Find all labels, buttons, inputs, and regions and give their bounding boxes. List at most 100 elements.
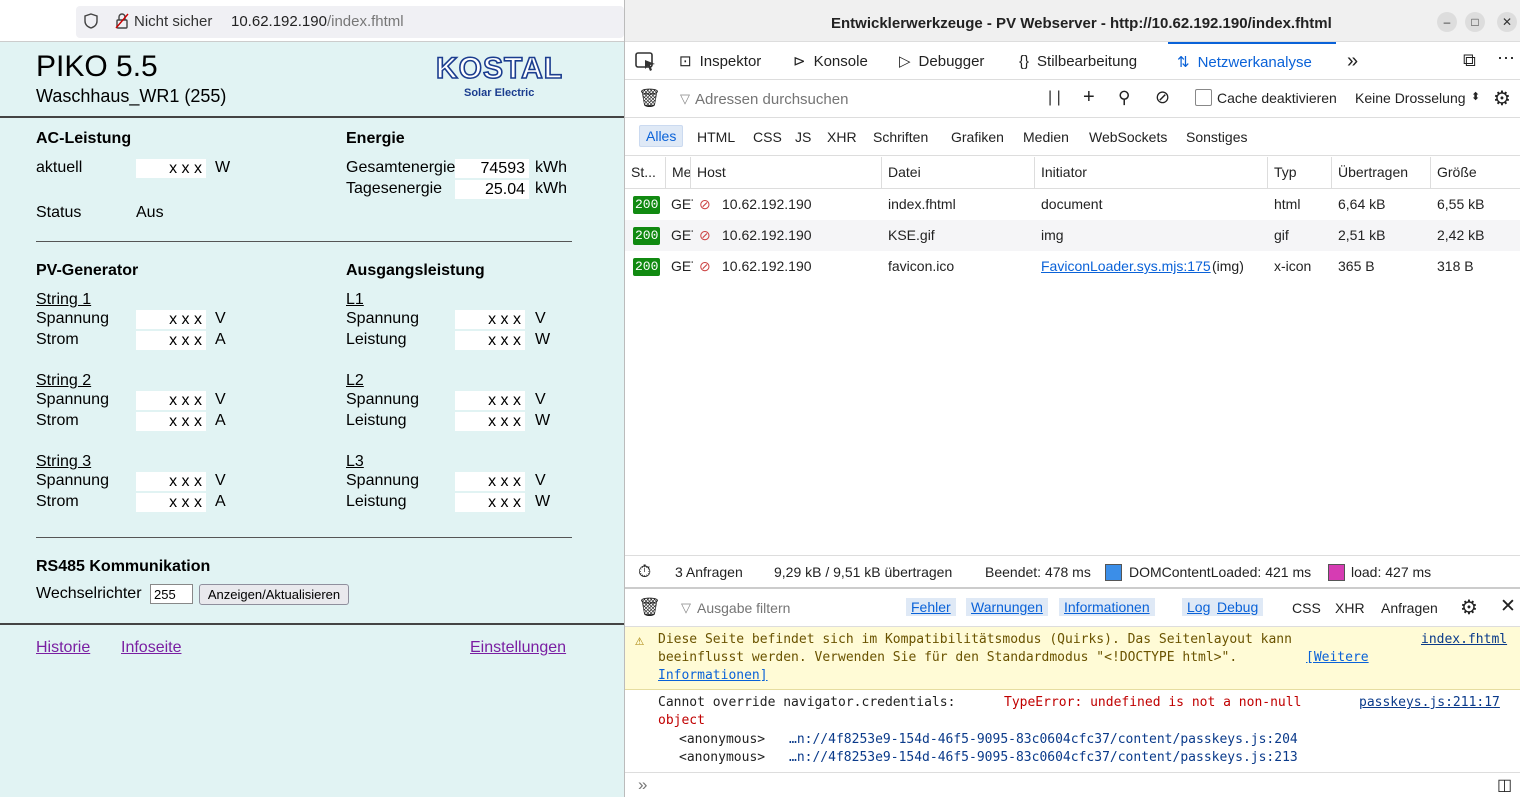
- trash-icon[interactable]: 🗑: [638, 88, 661, 109]
- cache-checkbox[interactable]: [1195, 89, 1212, 106]
- column-transferred[interactable]: Übertragen: [1332, 157, 1431, 188]
- phase-l1-voltage: x x x: [455, 310, 525, 329]
- filter-all[interactable]: Alles: [639, 125, 684, 147]
- column-status[interactable]: St...: [625, 157, 666, 188]
- filter-images[interactable]: Grafiken: [951, 129, 1004, 145]
- request-initiator-link[interactable]: FaviconLoader.sys.mjs:175: [1041, 251, 1211, 282]
- logo-text: KOSTAL: [435, 51, 564, 86]
- console-icon: ⊳: [793, 53, 806, 70]
- filter-xhr[interactable]: XHR: [827, 129, 857, 145]
- phase-l3-title: L3: [346, 453, 364, 470]
- request-row[interactable]: 200 GET ⊘ 10.62.192.190 favicon.ico Favi…: [625, 251, 1520, 282]
- gear-icon[interactable]: ⚙: [1460, 595, 1478, 620]
- column-file[interactable]: Datei: [882, 157, 1035, 188]
- request-transferred: 6,64 kB: [1338, 196, 1386, 212]
- close-console-icon[interactable]: ✕: [1500, 595, 1516, 618]
- error-message: TypeError: undefined is not a non-null: [1004, 695, 1302, 710]
- more-options-icon[interactable]: ⋯: [1497, 48, 1515, 69]
- search-icon[interactable]: ⚲: [1118, 88, 1130, 108]
- more-info-link[interactable]: Informationen]: [658, 668, 768, 683]
- phase-l2-power-unit: W: [535, 412, 551, 429]
- rs485-heading: RS485 Kommunikation: [36, 558, 211, 575]
- string-3-voltage-unit: V: [215, 472, 226, 489]
- history-link[interactable]: Historie: [36, 639, 90, 657]
- console-filter-warnings[interactable]: Warnungen: [966, 598, 1048, 616]
- throttle-select[interactable]: Keine Drosselung: [1355, 90, 1466, 106]
- request-size: 6,55 kB: [1437, 196, 1485, 212]
- column-host[interactable]: Host: [691, 157, 882, 188]
- add-icon[interactable]: +: [1083, 86, 1095, 109]
- console-prompt-icon: »: [638, 775, 648, 794]
- element-picker-icon[interactable]: [635, 52, 657, 72]
- filter-websockets[interactable]: WebSockets: [1089, 129, 1167, 145]
- more-info-link[interactable]: [Weitere: [1306, 650, 1369, 665]
- console-filter-xhr[interactable]: XHR: [1335, 600, 1365, 616]
- domcontentloaded-swatch: [1105, 564, 1122, 581]
- request-row[interactable]: 200 GET ⊘ 10.62.192.190 KSE.gif img gif …: [625, 220, 1520, 251]
- console-filter-debug[interactable]: Debug: [1212, 598, 1264, 616]
- phase-l2-power-label: Leistung: [346, 412, 407, 429]
- shield-icon[interactable]: [84, 13, 98, 29]
- column-type[interactable]: Typ: [1268, 157, 1332, 188]
- settings-link[interactable]: Einstellungen: [470, 639, 566, 657]
- inverter-number-input[interactable]: [150, 584, 193, 604]
- insecure-lock-icon: ⊘: [699, 227, 711, 243]
- close-icon[interactable]: ✕: [1497, 12, 1517, 32]
- show-refresh-button[interactable]: Anzeigen/Aktualisieren: [199, 584, 349, 605]
- console-input[interactable]: [625, 772, 1520, 797]
- console-filter-requests[interactable]: Anfragen: [1381, 600, 1438, 616]
- request-row[interactable]: 200 GET ⊘ 10.62.192.190 index.fhtml docu…: [625, 189, 1520, 220]
- status-label: Status: [36, 204, 82, 221]
- stack-frame-link[interactable]: …n://4f8253e9-154d-46f5-9095-83c0604cfc3…: [789, 750, 1298, 765]
- request-transferred: 365 B: [1338, 258, 1375, 274]
- warning-text-line2: beeinflusst werden. Verwenden Sie für de…: [658, 650, 1238, 665]
- trash-icon[interactable]: 🗑: [638, 597, 661, 618]
- error-source-link[interactable]: passkeys.js:211:17: [1359, 695, 1500, 710]
- tab-console[interactable]: ⊳ Konsole: [793, 42, 868, 80]
- gear-icon[interactable]: ⚙: [1493, 86, 1511, 111]
- not-secure-label[interactable]: Nicht sicher: [134, 13, 212, 30]
- console-filter-css[interactable]: CSS: [1292, 600, 1321, 616]
- tab-style-editor[interactable]: {} Stilbearbeitung: [1019, 42, 1137, 80]
- minimize-icon[interactable]: –: [1437, 12, 1457, 32]
- filter-media[interactable]: Medien: [1023, 129, 1069, 145]
- maximize-icon[interactable]: □: [1465, 12, 1485, 32]
- column-method[interactable]: Me: [666, 157, 691, 188]
- filter-fonts[interactable]: Schriften: [873, 129, 928, 145]
- url-text[interactable]: 10.62.192.190/index.fhtml: [231, 13, 404, 30]
- console-filter-info[interactable]: Informationen: [1059, 598, 1155, 616]
- insecure-lock-icon[interactable]: [115, 13, 129, 29]
- page-title: PIKO 5.5: [36, 50, 158, 83]
- warning-source-link[interactable]: index.fhtml: [1421, 632, 1507, 647]
- column-size[interactable]: Größe: [1431, 157, 1520, 188]
- daily-energy-value: 25.04: [455, 180, 529, 199]
- block-icon[interactable]: ⊘: [1155, 87, 1170, 108]
- request-type: gif: [1274, 227, 1289, 243]
- filter-html[interactable]: HTML: [697, 129, 735, 145]
- column-initiator[interactable]: Initiator: [1035, 157, 1268, 188]
- stack-frame-link[interactable]: …n://4f8253e9-154d-46f5-9095-83c0604cfc3…: [789, 732, 1298, 747]
- url-filter-input[interactable]: [695, 87, 1025, 111]
- ac-heading: AC-Leistung: [36, 130, 132, 147]
- tab-network[interactable]: ⇅ Netzwerkanalyse: [1168, 42, 1336, 80]
- console-filter-log[interactable]: Log: [1182, 598, 1216, 616]
- phase-l2-voltage-label: Spannung: [346, 391, 419, 408]
- cache-label[interactable]: Cache deaktivieren: [1217, 90, 1337, 106]
- console-filter-input[interactable]: [697, 596, 897, 620]
- info-page-link[interactable]: Infoseite: [121, 639, 181, 657]
- phase-l3-voltage-label: Spannung: [346, 472, 419, 489]
- editor-mode-icon[interactable]: ◫: [1497, 775, 1512, 795]
- pause-icon[interactable]: | |: [1048, 89, 1061, 107]
- filter-other[interactable]: Sonstiges: [1186, 129, 1247, 145]
- filter-js[interactable]: JS: [795, 129, 811, 145]
- dock-icon[interactable]: ⧉: [1463, 50, 1476, 71]
- console-filter-errors[interactable]: Fehler: [906, 598, 956, 616]
- daily-energy-unit: kWh: [535, 180, 567, 197]
- tab-debugger[interactable]: ▷ Debugger: [899, 42, 984, 80]
- string-3-voltage-label: Spannung: [36, 472, 109, 489]
- phase-l1-voltage-label: Spannung: [346, 310, 419, 327]
- filter-css[interactable]: CSS: [753, 129, 782, 145]
- request-size: 2,42 kB: [1437, 227, 1485, 243]
- tab-inspector[interactable]: ⊡ Inspektor: [679, 42, 761, 80]
- more-tabs-icon[interactable]: »: [1347, 50, 1358, 73]
